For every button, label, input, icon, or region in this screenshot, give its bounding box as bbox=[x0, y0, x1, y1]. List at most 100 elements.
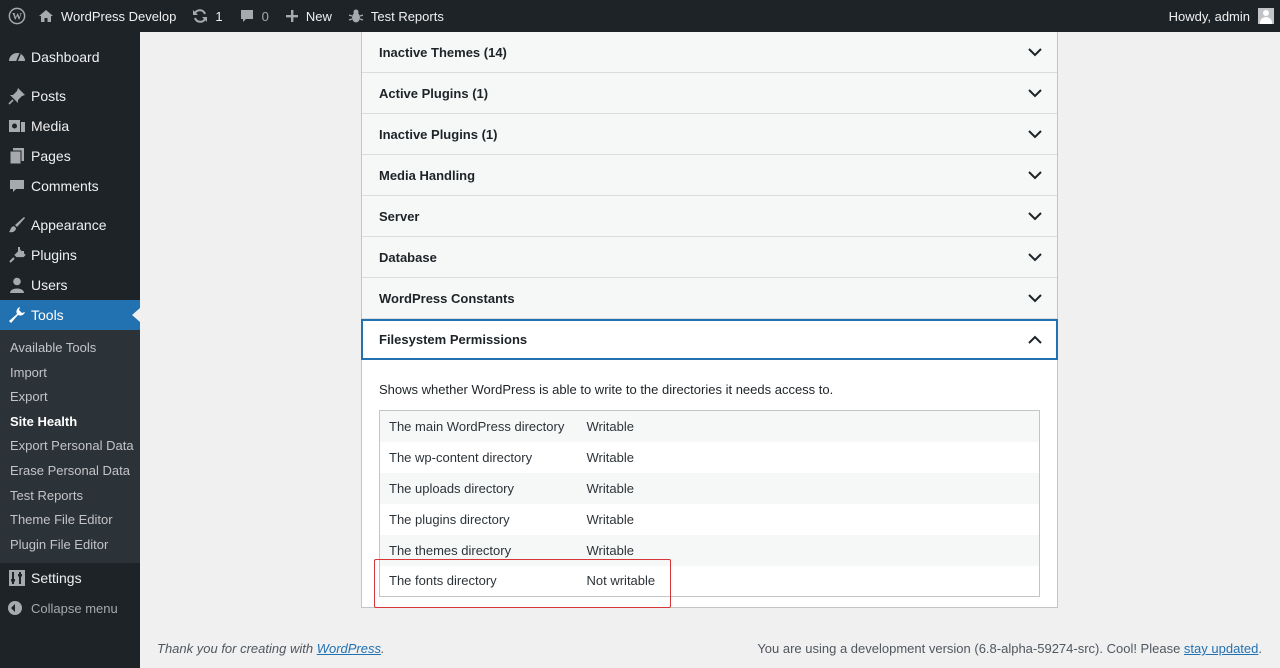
accordion-wordpress-constants[interactable]: WordPress Constants bbox=[362, 278, 1057, 319]
wordpress-logo-icon: W bbox=[8, 7, 26, 25]
chevron-down-icon bbox=[1027, 126, 1043, 142]
directory-label: The themes directory bbox=[379, 534, 578, 566]
collapse-menu-button[interactable]: Collapse menu bbox=[0, 593, 140, 623]
sidebar-item-media[interactable]: Media bbox=[0, 111, 140, 141]
accordion-inactive-plugins[interactable]: Inactive Plugins (1) bbox=[362, 114, 1057, 155]
directory-status: Not writable bbox=[577, 565, 1040, 597]
sidebar-item-label: Tools bbox=[31, 307, 64, 323]
accordion-server[interactable]: Server bbox=[362, 196, 1057, 237]
directory-label: The uploads directory bbox=[379, 472, 578, 504]
chevron-up-icon bbox=[1027, 332, 1043, 348]
directory-status: Writable bbox=[577, 410, 1040, 442]
updates-menu[interactable]: 1 bbox=[184, 0, 230, 32]
accordion-title: Inactive Themes (14) bbox=[379, 44, 507, 60]
accordion-filesystem-permissions[interactable]: Filesystem Permissions bbox=[361, 319, 1058, 360]
updates-icon bbox=[192, 8, 208, 24]
sidebar-item-posts[interactable]: Posts bbox=[0, 81, 140, 111]
chevron-down-icon bbox=[1027, 167, 1043, 183]
svg-text:W: W bbox=[12, 12, 22, 23]
sidebar-item-comments[interactable]: Comments bbox=[0, 171, 140, 201]
submenu-item-site-health[interactable]: Site Health bbox=[0, 410, 140, 435]
test-reports-label: Test Reports bbox=[370, 8, 444, 24]
test-reports-menu[interactable]: Test Reports bbox=[340, 0, 452, 32]
bug-icon bbox=[348, 8, 364, 24]
directory-status: Writable bbox=[577, 503, 1040, 535]
submenu-item-available-tools[interactable]: Available Tools bbox=[0, 336, 140, 361]
accordion-title: Database bbox=[379, 249, 437, 265]
site-name-menu[interactable]: WordPress Develop bbox=[30, 0, 184, 32]
sidebar-item-settings[interactable]: Settings bbox=[0, 563, 140, 593]
directory-label: The plugins directory bbox=[379, 503, 578, 535]
accordion-title: Active Plugins (1) bbox=[379, 85, 489, 101]
new-label: New bbox=[305, 8, 332, 24]
table-row: The plugins directory Writable bbox=[379, 503, 1040, 535]
wrench-icon bbox=[8, 306, 26, 324]
comments-icon bbox=[8, 177, 26, 195]
sidebar-item-users[interactable]: Users bbox=[0, 270, 140, 300]
accordion-inactive-themes[interactable]: Inactive Themes (14) bbox=[362, 32, 1057, 73]
submenu-item-test-reports[interactable]: Test Reports bbox=[0, 484, 140, 509]
accordion-media-handling[interactable]: Media Handling bbox=[362, 155, 1057, 196]
admin-footer: Thank you for creating with WordPress. Y… bbox=[157, 641, 1262, 656]
sidebar-item-label: Dashboard bbox=[31, 49, 100, 65]
comments-menu[interactable]: 0 bbox=[231, 0, 277, 32]
footer-thanks-text: Thank you for creating with bbox=[157, 641, 317, 656]
dashboard-icon bbox=[8, 48, 26, 66]
table-row: The fonts directory Not writable bbox=[379, 565, 1040, 597]
sidebar-item-label: Comments bbox=[31, 178, 99, 194]
footer-version: You are using a development version (6.8… bbox=[757, 641, 1262, 656]
media-icon bbox=[8, 117, 26, 135]
accordion-title: Media Handling bbox=[379, 167, 476, 183]
chevron-down-icon bbox=[1027, 85, 1043, 101]
wordpress-logo-menu[interactable]: W bbox=[0, 0, 30, 32]
settings-icon bbox=[8, 569, 26, 587]
submenu-item-erase-personal-data[interactable]: Erase Personal Data bbox=[0, 459, 140, 484]
submenu-item-export[interactable]: Export bbox=[0, 385, 140, 410]
sidebar-item-label: Pages bbox=[31, 148, 71, 164]
accordion-database[interactable]: Database bbox=[362, 237, 1057, 278]
accordion-title: WordPress Constants bbox=[379, 290, 515, 306]
home-icon bbox=[38, 8, 54, 24]
directory-label: The main WordPress directory bbox=[379, 410, 578, 442]
footer-version-suffix: . bbox=[1258, 641, 1262, 656]
site-name: WordPress Develop bbox=[61, 8, 177, 24]
footer-thanks: Thank you for creating with WordPress. bbox=[157, 641, 385, 656]
sidebar-item-tools[interactable]: Tools bbox=[0, 300, 140, 330]
accordion-title: Filesystem Permissions bbox=[379, 332, 528, 347]
submenu-item-export-personal-data[interactable]: Export Personal Data bbox=[0, 434, 140, 459]
sidebar-item-dashboard[interactable]: Dashboard bbox=[0, 42, 140, 72]
sidebar-item-label: Users bbox=[31, 277, 68, 293]
my-account-menu[interactable]: Howdy, admin bbox=[1161, 0, 1280, 32]
accordion-title: Server bbox=[379, 208, 420, 224]
accordion-active-plugins[interactable]: Active Plugins (1) bbox=[362, 73, 1057, 114]
plus-icon bbox=[285, 9, 299, 23]
sidebar-item-label: Plugins bbox=[31, 247, 77, 263]
avatar bbox=[1258, 8, 1274, 24]
paintbrush-icon bbox=[8, 216, 26, 234]
directory-status: Writable bbox=[577, 472, 1040, 504]
table-row: The wp-content directory Writable bbox=[379, 441, 1040, 473]
sidebar-item-label: Media bbox=[31, 118, 70, 134]
submenu-item-import[interactable]: Import bbox=[0, 361, 140, 386]
tools-submenu: Available Tools Import Export Site Healt… bbox=[0, 330, 140, 564]
footer-thanks-suffix: . bbox=[381, 641, 385, 656]
chevron-down-icon bbox=[1027, 290, 1043, 306]
table-row: The themes directory Writable bbox=[379, 534, 1040, 566]
pages-icon bbox=[8, 147, 26, 165]
submenu-item-plugin-file-editor[interactable]: Plugin File Editor bbox=[0, 533, 140, 558]
directory-status: Writable bbox=[577, 534, 1040, 566]
stay-updated-link[interactable]: stay updated bbox=[1184, 641, 1258, 656]
directory-label: The fonts directory bbox=[379, 565, 578, 597]
wordpress-link[interactable]: WordPress bbox=[317, 641, 381, 656]
sidebar-item-plugins[interactable]: Plugins bbox=[0, 240, 140, 270]
site-health-info-panel: Inactive Themes (14) Active Plugins (1) … bbox=[361, 32, 1058, 608]
filesystem-panel: Shows whether WordPress is able to write… bbox=[362, 360, 1057, 597]
sidebar-item-appearance[interactable]: Appearance bbox=[0, 210, 140, 240]
filesystem-table: The main WordPress directory Writable Th… bbox=[379, 410, 1040, 597]
sidebar-item-label: Settings bbox=[31, 570, 82, 587]
submenu-item-theme-file-editor[interactable]: Theme File Editor bbox=[0, 508, 140, 533]
sidebar-item-pages[interactable]: Pages bbox=[0, 141, 140, 171]
new-content-menu[interactable]: New bbox=[277, 0, 340, 32]
admin-bar: W WordPress Develop 1 0 New Test Reports… bbox=[0, 0, 1280, 32]
pin-icon bbox=[8, 87, 26, 105]
